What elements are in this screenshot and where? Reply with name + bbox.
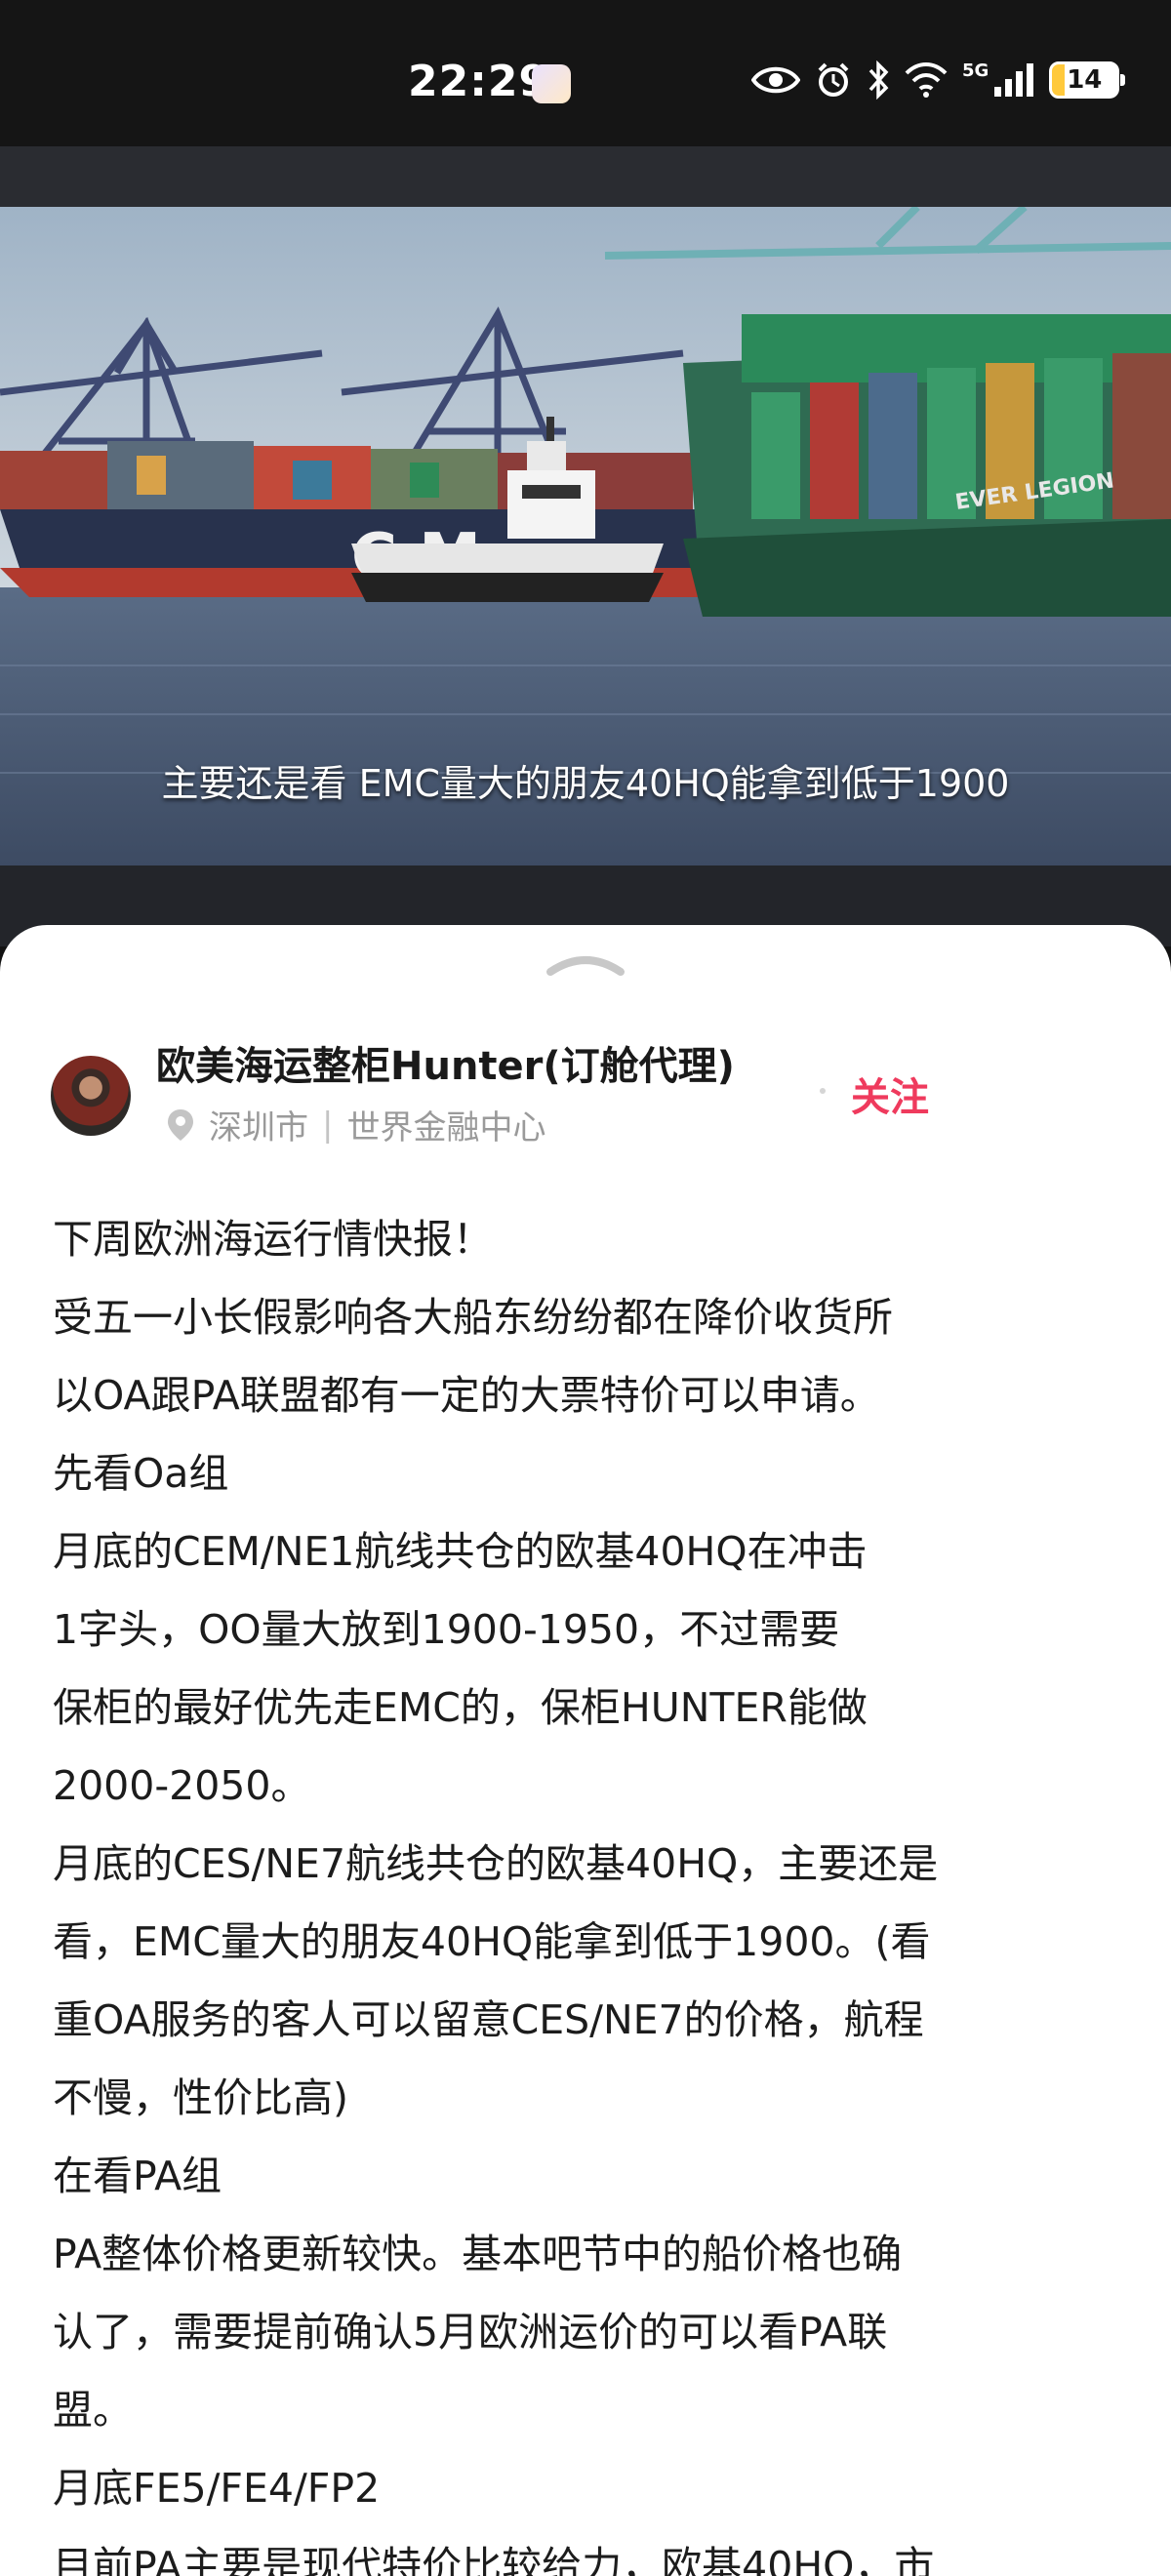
post-body: 下周欧洲海运行情快报！ 受五一小长假影响各大船东纷纷都在降价收货所 以OA跟PA联盟… bbox=[53, 1200, 1136, 2576]
network-type: 5G bbox=[962, 60, 989, 81]
location-separator: | bbox=[322, 1105, 334, 1145]
post-text-line: 保柜的最好优先走EMC的，保柜HUNTER能做 bbox=[53, 1684, 868, 1731]
wifi-icon bbox=[905, 62, 948, 98]
location-pin-icon bbox=[168, 1108, 193, 1141]
post-text-line: 盟。 bbox=[53, 2387, 133, 2434]
app-notification-icon bbox=[532, 64, 571, 103]
status-bar: 22:29 5G 14 bbox=[0, 0, 1171, 146]
bluetooth-icon bbox=[868, 60, 889, 100]
post-text-line: 不慢，性价比高) bbox=[53, 2074, 348, 2121]
post-text-line: 月底的CES/NE7航线共仓的欧基40HQ，主要还是 bbox=[53, 1840, 939, 1887]
post-text-line: 目前PA主要是现代特价比较给力，欧基40HQ，市 bbox=[53, 2543, 935, 2576]
post-text-line: PA整体价格更新较快。基本吧节中的船价格也确 bbox=[53, 2231, 903, 2277]
author-avatar[interactable] bbox=[51, 1056, 131, 1136]
author-name[interactable]: 欧美海运整柜Hunter(订舱代理) bbox=[156, 1034, 735, 1091]
post-text-line: 1字头，OO量大放到1900-1950，不过需要 bbox=[53, 1606, 840, 1653]
post-text-line: 先看Oa组 bbox=[53, 1450, 229, 1497]
video-frame[interactable]: C M EVER LEGION bbox=[0, 207, 1171, 865]
post-text-line: 月底的CEM/NE1航线共仓的欧基40HQ在冲击 bbox=[53, 1528, 868, 1575]
video-top-bar bbox=[0, 146, 1171, 207]
author-row: 欧美海运整柜Hunter(订舱代理) 深圳市 | 世界金融中心 关注 bbox=[0, 1023, 1171, 1149]
post-text-line: 下周欧洲海运行情快报！ bbox=[53, 1216, 493, 1263]
post-text-line: 受五一小长假影响各大船东纷纷都在降价收货所 bbox=[53, 1294, 893, 1341]
follow-button[interactable]: 关注 bbox=[851, 1066, 929, 1122]
post-text-line: 以OA跟PA联盟都有一定的大票特价可以申请。 bbox=[53, 1372, 880, 1419]
collapse-handle-icon[interactable] bbox=[545, 948, 626, 978]
eye-icon bbox=[751, 66, 800, 94]
location-city: 深圳市 bbox=[209, 1108, 308, 1147]
location-place: 世界金融中心 bbox=[346, 1108, 546, 1147]
divider-dot bbox=[820, 1088, 826, 1094]
post-text-line: 在看PA组 bbox=[53, 2153, 222, 2199]
video-player[interactable]: C M EVER LEGION bbox=[0, 146, 1171, 946]
battery-icon: 14 bbox=[1049, 61, 1126, 99]
post-detail-sheet: 欧美海运整柜Hunter(订舱代理) 深圳市 | 世界金融中心 关注 下周欧洲海… bbox=[0, 925, 1171, 2576]
post-text-line: 重OA服务的客人可以留意CES/NE7的价格，航程 bbox=[53, 1996, 924, 2043]
author-location: 深圳市 | 世界金融中心 bbox=[166, 1101, 545, 1148]
post-text-line: 看，EMC量大的朋友40HQ能拿到低于1900。(看 bbox=[53, 1918, 931, 1965]
video-subtitle: 主要还是看 EMC量大的朋友40HQ能拿到低于1900 bbox=[161, 762, 1010, 805]
post-text-line: 月底FE5/FE4/FP2 bbox=[53, 2465, 381, 2512]
alarm-icon bbox=[818, 62, 849, 97]
status-time: 22:29 bbox=[408, 57, 550, 106]
post-text-line: 2000-2050。 bbox=[53, 1762, 311, 1809]
battery-level: 14 bbox=[1067, 65, 1103, 95]
status-icons: 5G 14 bbox=[751, 60, 1126, 100]
post-text-line: 认了，需要提前确认5月欧洲运价的可以看PA联 bbox=[53, 2309, 888, 2355]
signal-icon bbox=[994, 63, 1034, 97]
